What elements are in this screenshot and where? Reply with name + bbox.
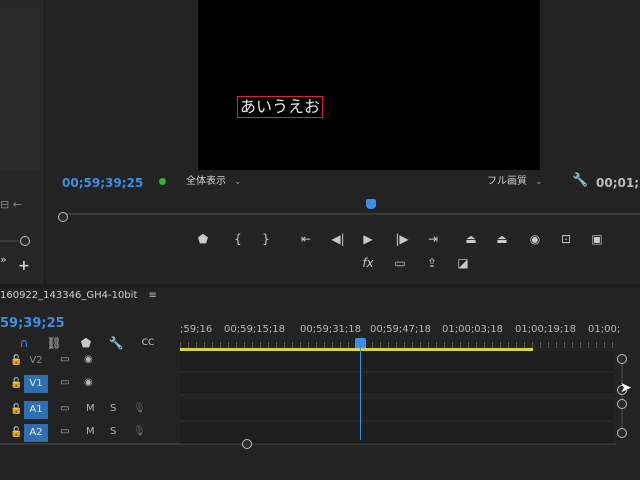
track-header: 🔓 A2 ▭ M S 🎙 (0, 423, 180, 443)
lock-icon[interactable]: 🔓 (10, 427, 22, 438)
extract-icon[interactable]: ⏏ (492, 231, 512, 247)
title-text-overlay[interactable]: あいうえお (237, 96, 324, 118)
horizontal-scroll-handle[interactable] (242, 439, 252, 449)
sequence-tab-label: 160922_143346_GH4-10bit (0, 290, 138, 301)
captions-icon[interactable]: CC (138, 335, 158, 351)
track-lane[interactable] (180, 351, 614, 372)
timeline-playhead-handle[interactable] (355, 338, 366, 348)
go-to-out-icon[interactable]: ⇥ (423, 231, 443, 247)
add-marker-icon[interactable]: ⬟ (76, 335, 96, 351)
mark-out-icon[interactable]: } (256, 231, 276, 247)
fx-icon[interactable]: fx (358, 255, 378, 271)
ruler-label: 01;00;19;18 (515, 324, 577, 335)
wrench-icon[interactable]: 🔧 (106, 335, 126, 351)
sync-lock-icon[interactable]: ▭ (60, 354, 69, 365)
mini-timeline-rail (62, 213, 640, 215)
export-icon[interactable]: ⇪ (422, 255, 442, 271)
solo-button[interactable]: S (110, 403, 116, 414)
fit-dropdown[interactable]: 全体表示 ⌄ (186, 174, 242, 190)
mute-button[interactable]: M (86, 403, 95, 414)
lock-icon[interactable]: 🔓 (10, 404, 22, 415)
vertical-zoom-handle-top[interactable] (617, 354, 627, 364)
chevron-down-icon: ⌄ (234, 177, 242, 187)
track-target-v2[interactable]: V2 (24, 352, 48, 370)
ruler-label: 01;00; (588, 324, 621, 335)
microphone-icon[interactable]: 🎙 (133, 426, 146, 437)
sync-lock-icon[interactable]: ▭ (60, 403, 69, 414)
lift-icon[interactable]: ⏏ (461, 231, 481, 247)
track-a1: 🔓 A1 ▭ M S 🎙 (0, 400, 614, 421)
export-frame-icon[interactable]: ◉ (525, 231, 545, 247)
mark-in-icon[interactable]: { (228, 231, 248, 247)
eye-icon[interactable]: ◉ (84, 377, 93, 388)
play-icon[interactable]: ▶ (358, 231, 378, 247)
panel-menu-icon[interactable]: ≡ (149, 290, 157, 301)
lock-icon[interactable]: 🔓 (10, 378, 22, 389)
comparison-view-icon[interactable]: ⊡ (556, 231, 576, 247)
multicam-icon[interactable]: ▣ (587, 231, 607, 247)
panel-overflow-chevron[interactable]: » (0, 254, 7, 266)
program-playhead[interactable] (366, 199, 376, 209)
ruler-label: ;59;16 (180, 324, 213, 335)
chevron-down-icon: ⌄ (535, 177, 543, 187)
add-button[interactable]: + (18, 258, 30, 274)
track-header: 🔓 A1 ▭ M S 🎙 (0, 400, 180, 420)
ruler-label: 00;59;47;18 (370, 324, 432, 335)
track-header: 🔓 V2 ▭ ◉ (0, 351, 180, 371)
solo-button[interactable]: S (110, 426, 116, 437)
sync-lock-icon[interactable]: ▭ (60, 377, 69, 388)
mouse-cursor-icon: ➤ (620, 380, 632, 396)
source-panel-controls[interactable]: ⊟ ← (0, 199, 22, 211)
go-to-in-icon[interactable]: ⇤ (296, 231, 316, 247)
step-back-icon[interactable]: ◀| (328, 231, 348, 247)
sequence-tab[interactable]: 160922_143346_GH4-10bit ≡ (0, 290, 157, 301)
microphone-icon[interactable]: 🎙 (133, 403, 146, 414)
timeline-timecode[interactable]: 59;39;25 (0, 316, 65, 331)
track-target-a1[interactable]: A1 (24, 401, 48, 419)
track-target-a2[interactable]: A2 (24, 424, 48, 442)
ruler-label: 01;00;03;18 (442, 324, 504, 335)
vertical-zoom-rail[interactable] (621, 360, 623, 432)
add-marker-icon[interactable]: ⬟ (193, 231, 213, 247)
mute-button[interactable]: M (86, 426, 95, 437)
settings-wrench-icon[interactable]: 🔧 (572, 173, 588, 188)
track-v1: 🔓 V1 ▭ ◉ (0, 374, 614, 395)
ruler-label: 00;59;31;18 (300, 324, 362, 335)
linked-selection-icon[interactable]: ⛓ (44, 335, 64, 351)
eye-icon[interactable]: ◉ (84, 354, 93, 365)
timeline-playhead-line[interactable] (360, 344, 361, 440)
resolution-dropdown-label: フル画質 (487, 176, 527, 187)
track-a2: 🔓 A2 ▭ M S 🎙 (0, 423, 614, 444)
step-forward-icon[interactable]: |▶ (392, 231, 412, 247)
program-timecode[interactable]: 00;59;39;25 (62, 176, 143, 190)
track-v2: 🔓 V2 ▭ ◉ (0, 351, 614, 372)
program-duration: 00;01;1 (596, 176, 640, 190)
sync-lock-icon[interactable]: ▭ (60, 426, 69, 437)
vr-video-icon[interactable]: ◪ (453, 255, 473, 271)
snap-icon[interactable]: ∩ (14, 335, 34, 351)
program-video-frame[interactable] (198, 0, 540, 170)
safe-margins-icon[interactable]: ▭ (390, 255, 410, 271)
program-mini-timeline[interactable] (62, 203, 640, 217)
track-header: 🔓 V1 ▭ ◉ (0, 374, 180, 394)
source-panel-preview (0, 8, 40, 170)
track-lane[interactable] (180, 400, 614, 421)
ruler-label: 00;59;15;18 (224, 324, 286, 335)
fit-dropdown-label: 全体表示 (186, 176, 226, 187)
vertical-zoom-handle-bottom[interactable] (617, 428, 627, 438)
track-target-v1[interactable]: V1 (24, 375, 48, 393)
zoom-handle-left[interactable] (58, 212, 68, 222)
source-zoom-handle[interactable] (20, 236, 30, 246)
vertical-zoom-handle-low[interactable] (617, 399, 627, 409)
track-lane[interactable] (180, 374, 614, 395)
status-dot-icon (159, 178, 166, 185)
lock-icon[interactable]: 🔓 (10, 355, 22, 366)
resolution-dropdown[interactable]: フル画質 ⌄ (487, 174, 543, 190)
